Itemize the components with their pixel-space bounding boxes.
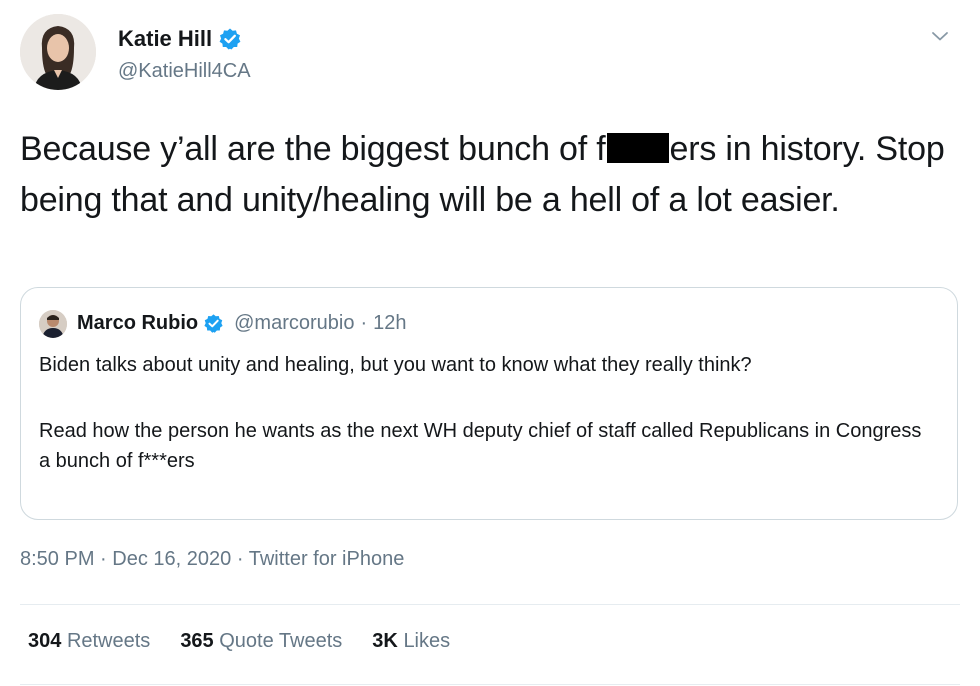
retweets-count: 304 <box>28 630 62 652</box>
tweet-text: Because y’all are the biggest bunch of f… <box>20 124 950 226</box>
likes-count: 3K <box>372 630 398 652</box>
tweet: Katie Hill @KatieHill4CA Because y’all a… <box>0 0 980 686</box>
redaction-bar <box>606 133 669 163</box>
likes-label: Likes <box>403 630 451 652</box>
tweet-time[interactable]: 8:50 PM <box>20 548 94 570</box>
quoted-author-handle[interactable]: @marcorubio <box>234 312 354 335</box>
divider <box>20 684 960 685</box>
quote-tweets-count: 365 <box>180 630 214 652</box>
tweet-date[interactable]: Dec 16, 2020 <box>112 548 231 570</box>
author-name-row: Katie Hill <box>118 26 242 52</box>
quoted-paragraph-1: Biden talks about unity and healing, but… <box>39 354 752 376</box>
quoted-author-avatar[interactable] <box>39 310 67 338</box>
quote-tweets-stat[interactable]: 365 Quote Tweets <box>180 630 342 653</box>
likes-stat[interactable]: 3K Likes <box>372 630 450 653</box>
tweet-stats: 304 Retweets 365 Quote Tweets 3K Likes <box>28 630 450 653</box>
author-handle[interactable]: @KatieHill4CA <box>118 60 251 83</box>
divider <box>20 604 960 605</box>
meta-separator: · <box>100 548 107 570</box>
quoted-author-name[interactable]: Marco Rubio <box>77 312 198 335</box>
meta-separator: · <box>236 548 244 570</box>
quoted-tweet[interactable]: Marco Rubio @marcorubio · 12h Biden talk… <box>20 287 958 520</box>
retweets-label: Retweets <box>66 630 151 652</box>
retweets-stat[interactable]: 304 Retweets <box>28 630 150 653</box>
quoted-author-photo <box>39 310 67 338</box>
author-avatar[interactable] <box>20 14 96 90</box>
quoted-paragraph-2: Read how the person he wants as the next… <box>39 420 922 472</box>
author-photo <box>20 14 96 90</box>
quoted-header: Marco Rubio @marcorubio · 12h <box>77 312 407 335</box>
author-name[interactable]: Katie Hill <box>118 26 212 52</box>
chevron-down-icon[interactable] <box>928 24 952 48</box>
tweet-source[interactable]: Twitter for iPhone <box>249 548 405 570</box>
quoted-text: Biden talks about unity and healing, but… <box>39 350 929 476</box>
tweet-meta: 8:50 PM · Dec 16, 2020 · Twitter for iPh… <box>20 548 404 571</box>
quoted-age[interactable]: 12h <box>373 312 406 335</box>
verified-badge-icon <box>204 314 223 333</box>
quote-tweets-label: Quote Tweets <box>219 630 343 652</box>
verified-badge-icon <box>219 28 241 50</box>
tweet-text-part1: Because y’all are the biggest bunch of f <box>20 130 606 168</box>
quoted-separator: · <box>360 312 368 334</box>
